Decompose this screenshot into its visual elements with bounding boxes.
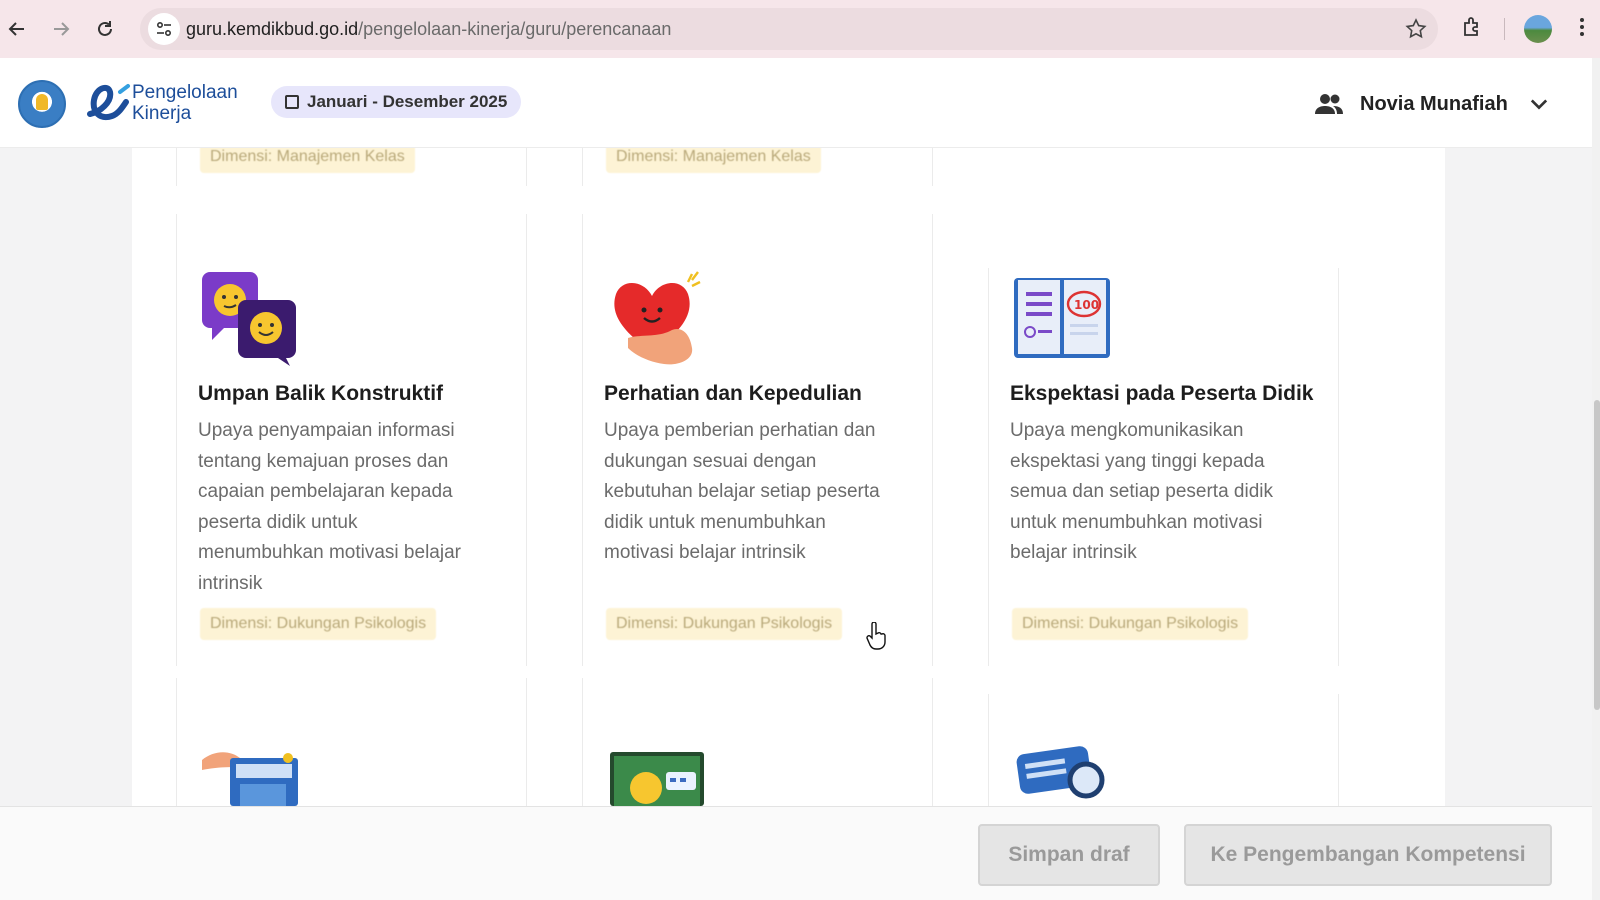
speech-bubbles-faces-icon [202,272,296,366]
card-description: Upaya mengkomunikasikan ekspektasi yang … [1010,416,1320,569]
description-line: didik untuk menumbuhkan [604,511,826,533]
svg-text:100: 100 [1074,298,1099,312]
card-divider [526,148,527,186]
description-line: dukungan sesuai dengan [604,450,817,472]
browser-menu-icon[interactable] [1576,14,1588,40]
forward-icon[interactable] [44,12,78,46]
card-divider [988,268,989,666]
tut-wuri-handayani-logo [18,80,66,128]
profile-avatar[interactable] [1524,15,1552,43]
url-text: guru.kemdikbud.go.id/pengelolaan-kinerja… [186,19,671,40]
site-settings-icon[interactable] [148,13,180,45]
dimension-badge: Dimensi: Manajemen Kelas [200,148,415,173]
description-line: untuk menumbuhkan motivasi [1010,511,1263,533]
dimension-badge: Dimensi: Dukungan Psikologis [1012,608,1249,640]
card-divider [582,148,583,186]
reload-icon[interactable] [88,12,122,46]
checkbox-square-icon [285,95,299,109]
description-line: semua dan setiap peserta didik [1010,481,1273,502]
competency-card-grid: Dimensi: Manajemen Kelas Dimensi: Manaje… [132,148,1445,806]
hand-screen-icon [202,752,298,806]
users-icon [1315,94,1343,114]
brand-line-1: Pengelolaan [132,82,238,103]
card-title: Umpan Balik Konstruktif [198,382,444,405]
card-divider [1338,268,1339,666]
card-divider [526,678,527,806]
description-line: Upaya mengkomunikasikan [1010,420,1244,441]
bookmark-star-icon[interactable] [1404,17,1428,41]
address-bar[interactable]: guru.kemdikbud.go.id/pengelolaan-kinerja… [140,8,1438,50]
card-divider [932,214,933,666]
chevron-down-icon [1530,99,1547,110]
description-line: ekspektasi yang tinggi kepada [1010,450,1265,472]
card-divider [932,148,933,186]
user-name: Novia Munafiah [1360,92,1508,115]
brand-name: Pengelolaan Kinerja [132,82,238,124]
description-line: intrinsik [198,572,263,594]
page-scrollbar-thumb[interactable] [1594,400,1600,710]
toolbar-divider [1504,18,1505,40]
extensions-icon[interactable] [1460,14,1486,40]
pointer-cursor-icon [866,622,886,650]
chat-screen-icon [610,752,704,806]
description-line: peserta didik untuk [198,511,358,533]
dimension-badge: Dimensi: Dukungan Psikologis [200,608,437,640]
card-divider [176,678,177,806]
description-line: menumbuhkan motivasi belajar [198,542,461,563]
period-badge[interactable]: Januari - Desember 2025 [271,86,522,118]
heart-hand-icon [614,271,701,365]
user-menu[interactable]: Novia Munafiah [1314,92,1554,116]
description-line: Upaya pemberian perhatian dan [604,420,876,441]
url-path: /pengelolaan-kinerja/guru/perencanaan [358,19,672,39]
next-competency-development-button[interactable]: Ke Pengembangan Kompetensi [1184,824,1552,886]
card-divider [176,148,177,186]
card-divider [582,678,583,806]
url-host: guru.kemdikbud.go.id [186,19,359,39]
description-line: kebutuhan belajar setiap peserta [604,481,880,502]
description-line: motivasi belajar intrinsik [604,542,806,563]
browser-toolbar: guru.kemdikbud.go.id/pengelolaan-kinerja… [0,0,1600,58]
card-divider [582,214,583,666]
card-divider [1338,694,1339,806]
card-divider [526,214,527,666]
description-line: tentang kemajuan proses dan [198,450,449,472]
book-score-icon: 100 [1014,278,1110,358]
card-description: Upaya penyampaian informasi tentang kema… [198,416,508,599]
card-magnifier-icon [1016,746,1105,799]
dimension-badge: Dimensi: Manajemen Kelas [606,148,821,173]
card-divider [988,694,989,806]
card-title: Perhatian dan Kepedulian [604,382,862,405]
dimension-badge: Dimensi: Dukungan Psikologis [606,608,843,640]
card-description: Upaya pemberian perhatian dan dukungan s… [604,416,924,569]
card-divider [932,678,933,806]
save-draft-button[interactable]: Simpan draf [978,824,1160,886]
description-line: capaian pembelajaran kepada [198,481,453,502]
period-label: Januari - Desember 2025 [307,92,508,111]
brand-line-2: Kinerja [132,103,192,124]
pengelolaan-kinerja-logo-icon [87,84,130,120]
description-line: belajar intrinsik [1010,542,1137,563]
card-title: Ekspektasi pada Peserta Didik [1010,382,1314,405]
back-icon[interactable] [0,12,34,46]
description-line: Upaya penyampaian informasi [198,420,455,441]
card-divider [176,214,177,666]
